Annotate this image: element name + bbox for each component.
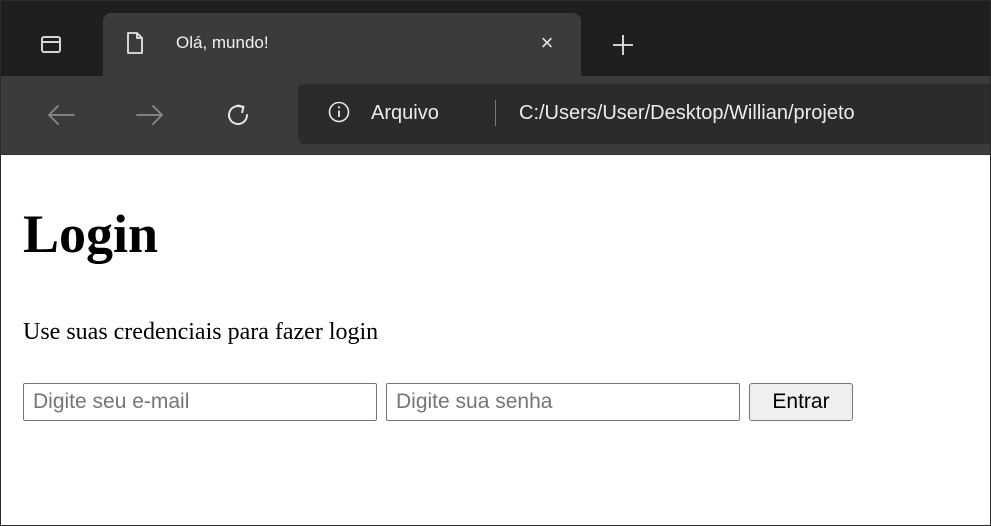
tab-actions-button[interactable] xyxy=(23,23,79,65)
password-field[interactable] xyxy=(386,383,740,421)
tab-strip: Olá, mundo! × xyxy=(1,1,990,76)
browser-window: Olá, mundo! × Arquivo C:/Users/User/Desk… xyxy=(0,0,991,526)
plus-icon xyxy=(613,35,633,55)
tab-active[interactable]: Olá, mundo! × xyxy=(103,13,581,76)
back-button[interactable] xyxy=(41,95,81,135)
toolbar: Arquivo C:/Users/User/Desktop/Willian/pr… xyxy=(1,76,990,155)
page-title: Login xyxy=(23,204,159,264)
tab-close-button[interactable]: × xyxy=(534,30,560,56)
tab-actions-icon xyxy=(41,35,61,53)
tab-title: Olá, mundo! xyxy=(176,33,269,52)
page-icon xyxy=(127,32,143,54)
address-bar[interactable]: Arquivo C:/Users/User/Desktop/Willian/pr… xyxy=(298,84,990,144)
reload-icon xyxy=(228,104,248,125)
login-button[interactable]: Entrar xyxy=(749,383,853,421)
login-subtitle: Use suas credenciais para fazer login xyxy=(23,319,379,345)
url-text[interactable]: C:/Users/User/Desktop/Willian/projeto xyxy=(519,101,855,125)
address-separator xyxy=(495,100,496,126)
email-field[interactable] xyxy=(23,383,377,421)
site-info-label[interactable]: Arquivo xyxy=(371,101,439,125)
reload-button[interactable] xyxy=(218,95,258,135)
back-arrow-icon xyxy=(48,105,75,125)
forward-arrow-icon xyxy=(136,105,163,125)
forward-button[interactable] xyxy=(130,95,170,135)
page-content: Login Use suas credenciais para fazer lo… xyxy=(1,155,990,525)
info-icon[interactable] xyxy=(328,101,350,123)
new-tab-button[interactable] xyxy=(605,27,641,63)
